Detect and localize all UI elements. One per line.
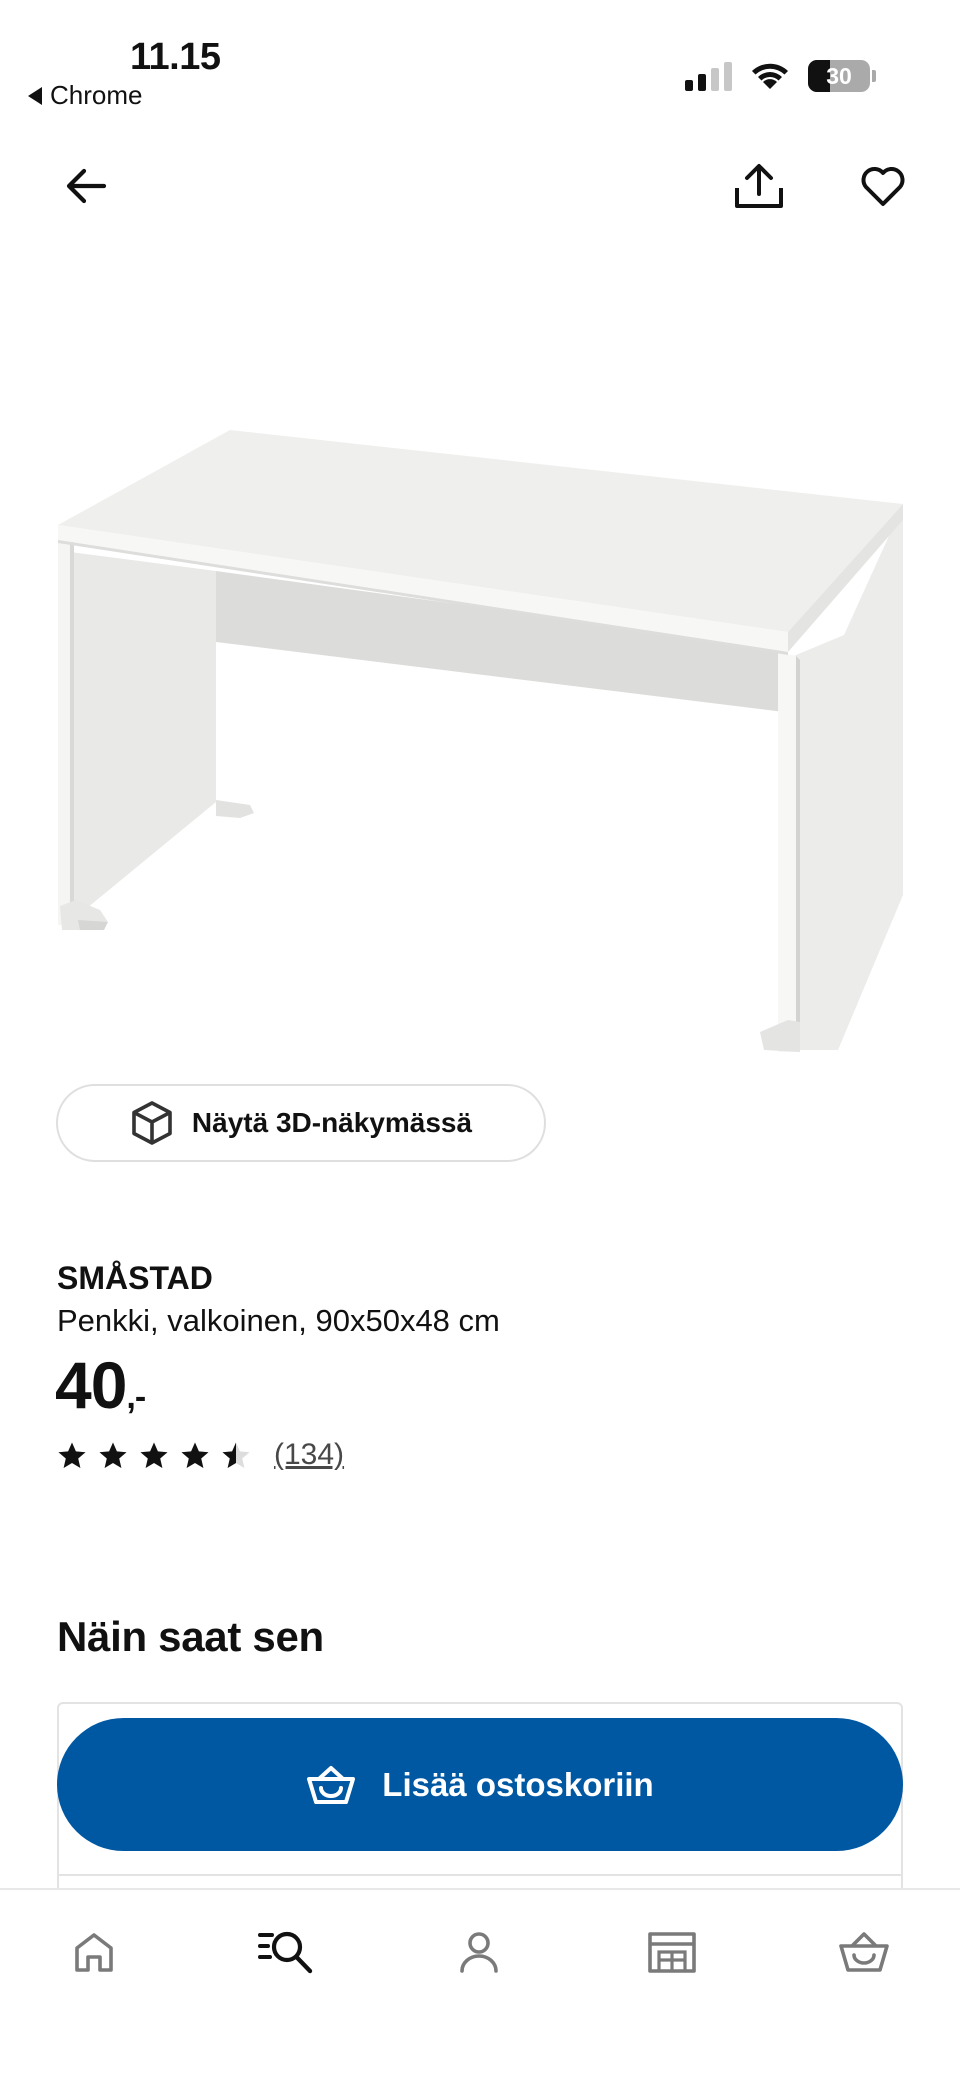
bottom-navigation — [0, 1888, 960, 2087]
share-icon — [735, 164, 783, 208]
back-app-label: Chrome — [50, 80, 143, 110]
product-price: 40,- — [55, 1352, 146, 1418]
add-to-cart-label: Lisää ostoskoriin — [382, 1765, 654, 1803]
product-brand: SMÅSTAD — [57, 1260, 213, 1296]
nav-cart[interactable] — [832, 1920, 896, 1984]
product-description: Penkki, valkoinen, 90x50x48 cm — [57, 1303, 500, 1338]
delivery-section-title: Näin saat sen — [57, 1613, 324, 1660]
cube-3d-icon — [132, 1101, 172, 1145]
shopping-basket-icon — [307, 1765, 356, 1804]
review-count-link[interactable]: (134) — [274, 1438, 344, 1472]
back-button[interactable] — [54, 154, 118, 218]
product-image[interactable] — [48, 420, 910, 1056]
status-time: 11.15 — [130, 36, 221, 78]
battery-icon: 30 — [808, 60, 876, 92]
cellular-signal-icon — [685, 61, 732, 91]
nav-profile[interactable] — [447, 1920, 511, 1984]
battery-level: 30 — [826, 62, 852, 89]
product-page: 11.15 Chrome 30 Näytä 3D-näkymässä SMÅST… — [0, 0, 960, 2087]
rating-stars — [57, 1441, 251, 1470]
product-rating[interactable]: (134) — [57, 1438, 344, 1472]
wifi-icon — [752, 63, 788, 89]
nav-stores[interactable] — [640, 1920, 704, 1984]
store-icon — [648, 1932, 696, 1973]
nav-search[interactable] — [254, 1920, 318, 1984]
rating-star-icon — [58, 1442, 86, 1468]
home-icon — [75, 1933, 113, 1972]
cart-icon — [839, 1932, 889, 1972]
share-button[interactable] — [727, 154, 791, 218]
nav-home[interactable] — [62, 1920, 126, 1984]
rating-star-icon — [99, 1442, 127, 1468]
back-to-app[interactable]: Chrome — [28, 80, 142, 111]
favorite-button[interactable] — [851, 154, 915, 218]
card-divider — [59, 1874, 901, 1876]
search-icon — [258, 1931, 313, 1974]
profile-icon — [460, 1932, 498, 1973]
price-suffix: ,- — [126, 1378, 146, 1416]
add-to-cart-button[interactable]: Lisää ostoskoriin — [57, 1718, 903, 1851]
status-indicators: 30 — [685, 60, 876, 92]
back-triangle-icon — [28, 86, 42, 105]
view-3d-button[interactable]: Näytä 3D-näkymässä — [56, 1084, 546, 1162]
view-3d-label: Näytä 3D-näkymässä — [191, 1107, 473, 1138]
heart-icon — [861, 167, 905, 206]
rating-star-icon — [222, 1442, 250, 1468]
rating-star-icon — [181, 1442, 209, 1468]
back-arrow-icon — [66, 168, 107, 204]
price-value: 40 — [55, 1348, 127, 1422]
rating-star-icon — [140, 1442, 168, 1468]
